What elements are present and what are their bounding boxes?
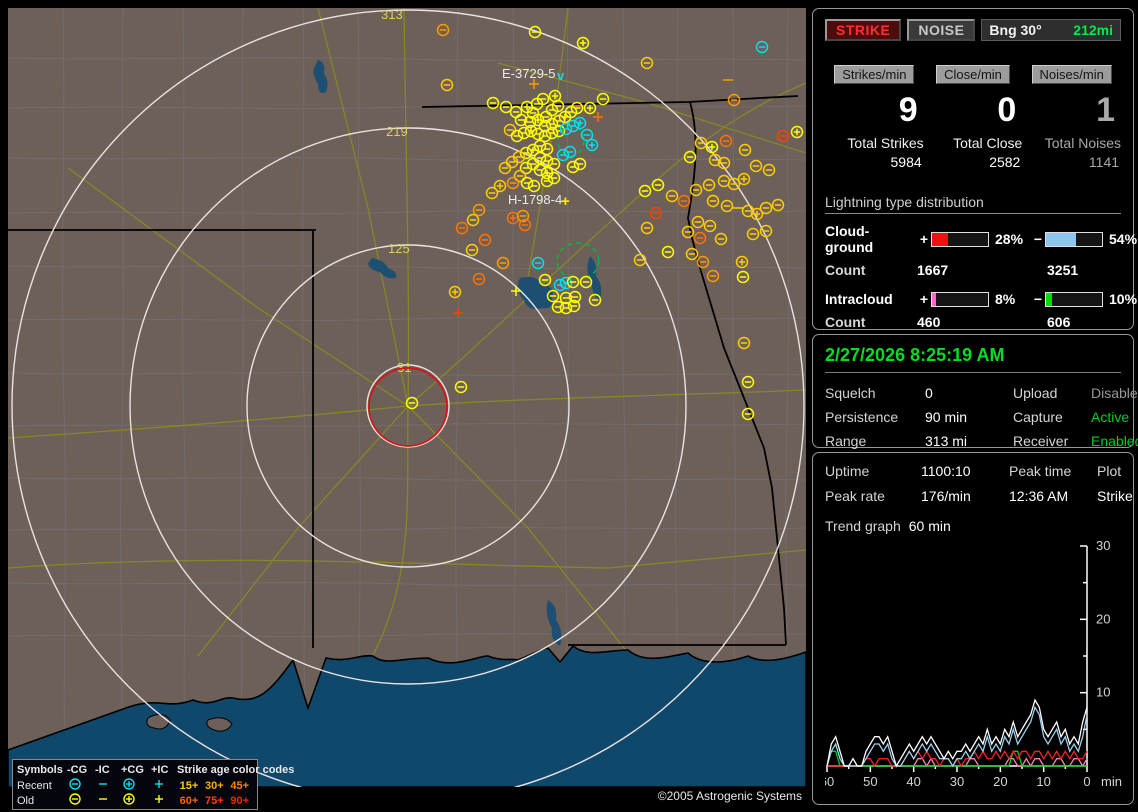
peak-time-label: Peak time bbox=[1009, 463, 1072, 479]
upload-label: Upload bbox=[1013, 385, 1058, 401]
cg-plus-bar bbox=[931, 231, 989, 247]
close-column: Close/min 0 Total Close 2582 bbox=[924, 65, 1023, 171]
svg-text:20: 20 bbox=[993, 774, 1007, 789]
cloud-ground-label: Cloud-ground bbox=[825, 223, 874, 256]
capture-label: Capture bbox=[1013, 409, 1063, 425]
svg-text:30: 30 bbox=[950, 774, 964, 789]
cg-plus-sign: + bbox=[919, 231, 929, 248]
peak-rate-label: Peak rate bbox=[825, 488, 885, 504]
ic-plus-count: 460 bbox=[917, 314, 941, 331]
persistence-value: 90 min bbox=[925, 409, 968, 425]
svg-text:20: 20 bbox=[1096, 611, 1110, 626]
cg-count-label: Count bbox=[825, 262, 866, 279]
lightning-map[interactable]: 313 219 125 31 E-3729-5 v H-1798-4 + bbox=[8, 8, 806, 787]
cg-plus-count: 1667 bbox=[917, 262, 949, 279]
capture-status: Active bbox=[1091, 409, 1130, 425]
cg-minus-sign: − bbox=[1033, 231, 1043, 248]
svg-text:40: 40 bbox=[906, 774, 920, 789]
legend-symbols-header: Symbols bbox=[17, 763, 63, 776]
svg-text:60: 60 bbox=[825, 774, 834, 789]
svg-text:10: 10 bbox=[1036, 774, 1050, 789]
cg-minus-bar bbox=[1045, 231, 1103, 247]
close-per-min-chip: Close/min bbox=[936, 65, 1010, 84]
stats-panel: STRIKE NOISE Bng 30° 212mi Strikes/min 9… bbox=[812, 8, 1137, 331]
ic-plus-pct: 8% bbox=[995, 291, 1016, 308]
svg-text:30: 30 bbox=[1096, 538, 1110, 553]
strikes-per-min-value: 9 bbox=[898, 91, 918, 129]
datetime-display: 2/27/2026 8:25:19 AM bbox=[825, 345, 1121, 373]
copyright: ©2005 Astrogenic Systems bbox=[657, 789, 802, 803]
cell-label-h1798-marker-icon: + bbox=[561, 193, 570, 210]
total-close-value: 2582 bbox=[989, 154, 1021, 171]
distribution-title: Lightning type distribution bbox=[825, 194, 1121, 215]
receiver-label: Receiver bbox=[1013, 433, 1069, 449]
strikes-per-min-chip: Strikes/min bbox=[834, 65, 915, 84]
cell-label-e3729-marker-icon: v bbox=[557, 68, 565, 83]
ic-plus-bar bbox=[931, 291, 989, 307]
ring-label-125: 125 bbox=[388, 241, 410, 256]
total-noises-label: Total Noises bbox=[1044, 135, 1122, 152]
plot-label: Plot bbox=[1097, 463, 1122, 479]
range-label: Range bbox=[825, 433, 867, 449]
total-strikes-value: 5984 bbox=[890, 154, 922, 171]
cg-plus-pct: 28% bbox=[995, 231, 1024, 248]
noise-button[interactable]: NOISE bbox=[907, 19, 976, 41]
strike-button[interactable]: STRIKE bbox=[825, 19, 902, 41]
svg-text:10: 10 bbox=[1096, 685, 1110, 700]
svg-text:min: min bbox=[1101, 774, 1122, 789]
lightning-distribution: Lightning type distribution Cloud-ground… bbox=[825, 194, 1137, 331]
strikes-column: Strikes/min 9 Total Strikes 5984 bbox=[825, 65, 924, 170]
squelch-value: 0 bbox=[925, 385, 933, 401]
bearing-distance: 212mi bbox=[1073, 22, 1113, 38]
uptime-value: 1100:10 bbox=[921, 463, 971, 479]
peak-rate-value: 176/min bbox=[921, 488, 971, 504]
ic-minus-sign: − bbox=[1033, 291, 1043, 308]
ic-minus-count: 606 bbox=[1047, 314, 1071, 331]
cg-minus-pct: 54% bbox=[1109, 231, 1138, 248]
noises-per-min-value: 1 bbox=[1096, 91, 1116, 129]
ic-count-label: Count bbox=[825, 314, 866, 331]
ic-minus-bar bbox=[1045, 291, 1103, 307]
trend-graph-value: 60 min bbox=[908, 518, 951, 534]
legend-col-nic: -IC bbox=[95, 763, 110, 776]
cell-label-h1798: H-1798-4 bbox=[508, 192, 562, 207]
noises-column: Noises/min 1 Total Noises 1141 bbox=[1022, 65, 1121, 170]
trend-panel: Uptime 1100:10 Peak time Plot Peak rate … bbox=[812, 452, 1134, 805]
total-noises-value: 1141 bbox=[1088, 154, 1120, 171]
noises-per-min-chip: Noises/min bbox=[1031, 65, 1112, 84]
persistence-label: Persistence bbox=[825, 409, 899, 425]
total-close-label: Total Close bbox=[953, 135, 1023, 152]
ic-plus-sign: + bbox=[919, 291, 929, 308]
bearing-readout: Bng 30° 212mi bbox=[981, 19, 1121, 41]
legend-col-ncg: -CG bbox=[67, 763, 88, 776]
svg-text:50: 50 bbox=[863, 774, 877, 789]
ring-label-313: 313 bbox=[381, 8, 403, 22]
legend-col-pcg: +CG bbox=[121, 763, 144, 776]
total-strikes-label: Total Strikes bbox=[847, 135, 924, 152]
bearing-label: Bng 30° bbox=[989, 22, 1042, 38]
ring-label-219: 219 bbox=[386, 124, 408, 139]
cg-minus-count: 3251 bbox=[1047, 262, 1079, 279]
svg-text:0: 0 bbox=[1083, 774, 1090, 789]
range-value: 313 mi bbox=[925, 433, 968, 449]
uptime-label: Uptime bbox=[825, 463, 870, 479]
cell-label-e3729: E-3729-5 bbox=[502, 66, 555, 81]
trend-chart: 10 20 30 60 50 40 30 20 10 0 min bbox=[820, 538, 1122, 789]
intracloud-label: Intracloud bbox=[825, 291, 893, 308]
upload-status: Disabled bbox=[1091, 385, 1138, 401]
trend-graph-label: Trend graph bbox=[825, 518, 901, 534]
receiver-status: Enabled bbox=[1091, 433, 1138, 449]
close-per-min-value: 0 bbox=[997, 91, 1017, 129]
peak-time-value: 12:36 AM bbox=[1009, 488, 1069, 504]
ic-minus-pct: 10% bbox=[1109, 291, 1138, 308]
plot-value: Strike bbox=[1097, 488, 1133, 504]
legend-col-pic: +IC bbox=[151, 763, 169, 776]
status-panel: 2/27/2026 8:25:19 AM Squelch 0 Upload Di… bbox=[812, 334, 1138, 449]
legend-age-title: Strike age color codes bbox=[177, 763, 295, 776]
squelch-label: Squelch bbox=[825, 385, 876, 401]
